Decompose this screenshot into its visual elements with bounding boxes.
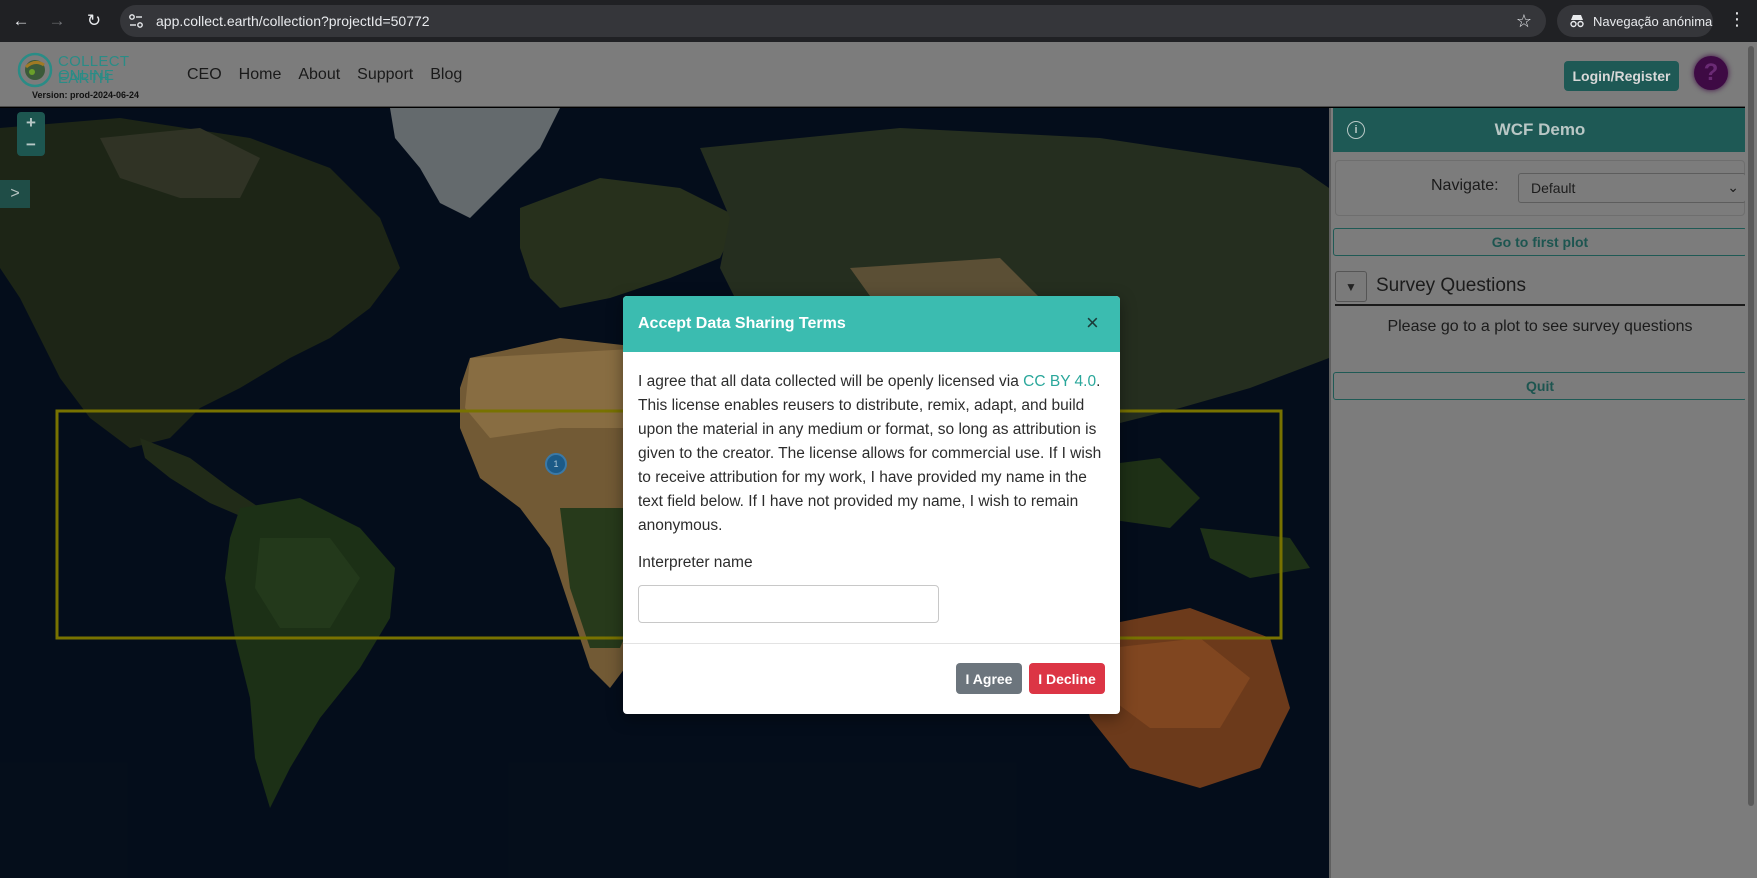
project-header: i WCF Demo <box>1333 108 1747 152</box>
login-register-button[interactable]: Login/Register <box>1564 61 1679 91</box>
logo-text-line2: ONLINE <box>58 67 114 84</box>
app-header: COLLECT EARTH ONLINE Version: prod-2024-… <box>0 42 1745 107</box>
modal-header: Accept Data Sharing Terms × <box>623 296 1120 352</box>
incognito-label: Navegação anónima <box>1593 13 1713 29</box>
side-panel: i WCF Demo Navigate: Default ⌄ Go to fir… <box>1329 108 1747 878</box>
interpreter-name-label: Interpreter name <box>638 554 753 571</box>
caret-down-icon[interactable]: ▼ <box>1335 271 1367 302</box>
navigate-select[interactable]: Default ⌄ <box>1518 173 1746 203</box>
license-text-end: . This license enables reusers to distri… <box>638 373 1102 534</box>
version-label: Version: prod-2024-06-24 <box>32 90 140 100</box>
scrollbar-thumb[interactable] <box>1748 46 1754 806</box>
url-text[interactable]: app.collect.earth/collection?projectId=5… <box>156 13 430 29</box>
incognito-indicator[interactable]: Navegação anónima <box>1557 5 1713 37</box>
cc-by-link[interactable]: CC BY 4.0 <box>1023 373 1096 390</box>
address-bar[interactable]: app.collect.earth/collection?projectId=5… <box>120 5 1546 37</box>
forward-icon[interactable]: → <box>45 9 69 33</box>
navigate-label: Navigate: <box>1431 177 1499 194</box>
nav-support[interactable]: Support <box>357 66 413 84</box>
license-text-start: I agree that all data collected will be … <box>638 373 1024 390</box>
navigate-select-value: Default <box>1531 180 1576 196</box>
chevron-right-icon[interactable]: > <box>0 180 30 208</box>
survey-questions-header: ▼ Survey Questions <box>1335 268 1745 306</box>
interpreter-name-input[interactable] <box>638 585 939 623</box>
site-info-icon[interactable] <box>128 13 144 29</box>
nav-home[interactable]: Home <box>239 66 282 84</box>
license-text: I agree that all data collected will be … <box>638 370 1108 538</box>
survey-questions-title: Survey Questions <box>1376 275 1526 296</box>
project-title: WCF Demo <box>1494 120 1586 139</box>
chevron-down-icon: ⌄ <box>1727 179 1739 195</box>
close-icon[interactable]: × <box>1086 312 1099 334</box>
app: COLLECT EARTH ONLINE Version: prod-2024-… <box>0 42 1757 878</box>
bookmark-star-icon[interactable]: ☆ <box>1516 11 1532 32</box>
page-scrollbar[interactable] <box>1745 42 1757 878</box>
survey-empty-message: Please go to a plot to see survey questi… <box>1387 318 1693 335</box>
agree-button[interactable]: I Agree <box>956 663 1022 694</box>
go-to-first-plot-button[interactable]: Go to first plot <box>1333 228 1747 256</box>
top-nav: CEO Home About Support Blog <box>187 66 479 84</box>
ceo-logo[interactable]: COLLECT EARTH ONLINE Version: prod-2024-… <box>14 45 174 101</box>
plot-marker[interactable]: 1 <box>545 453 567 475</box>
zoom-in-button[interactable]: + <box>17 112 45 134</box>
zoom-control: + − <box>17 112 45 156</box>
navigate-row: Navigate: Default ⌄ <box>1335 160 1746 216</box>
modal-footer-divider <box>623 643 1120 644</box>
decline-button[interactable]: I Decline <box>1029 663 1105 694</box>
reload-icon[interactable]: ↻ <box>82 9 106 33</box>
nav-blog[interactable]: Blog <box>430 66 462 84</box>
back-icon[interactable]: ← <box>9 9 33 33</box>
incognito-icon <box>1570 15 1584 28</box>
modal-title: Accept Data Sharing Terms <box>638 315 846 332</box>
browser-toolbar: ← → ↻ app.collect.earth/collection?proje… <box>0 0 1757 42</box>
globe-logo-icon <box>17 52 53 88</box>
help-icon: ? <box>1703 59 1719 86</box>
zoom-out-button[interactable]: − <box>17 134 45 156</box>
browser-menu-icon[interactable]: ⋮ <box>1728 9 1746 30</box>
help-button[interactable]: ? <box>1694 56 1728 90</box>
nav-about[interactable]: About <box>298 66 340 84</box>
info-icon[interactable]: i <box>1347 121 1365 139</box>
nav-ceo[interactable]: CEO <box>187 66 222 84</box>
data-sharing-modal: Accept Data Sharing Terms × I agree that… <box>623 296 1120 714</box>
quit-button[interactable]: Quit <box>1333 372 1747 400</box>
